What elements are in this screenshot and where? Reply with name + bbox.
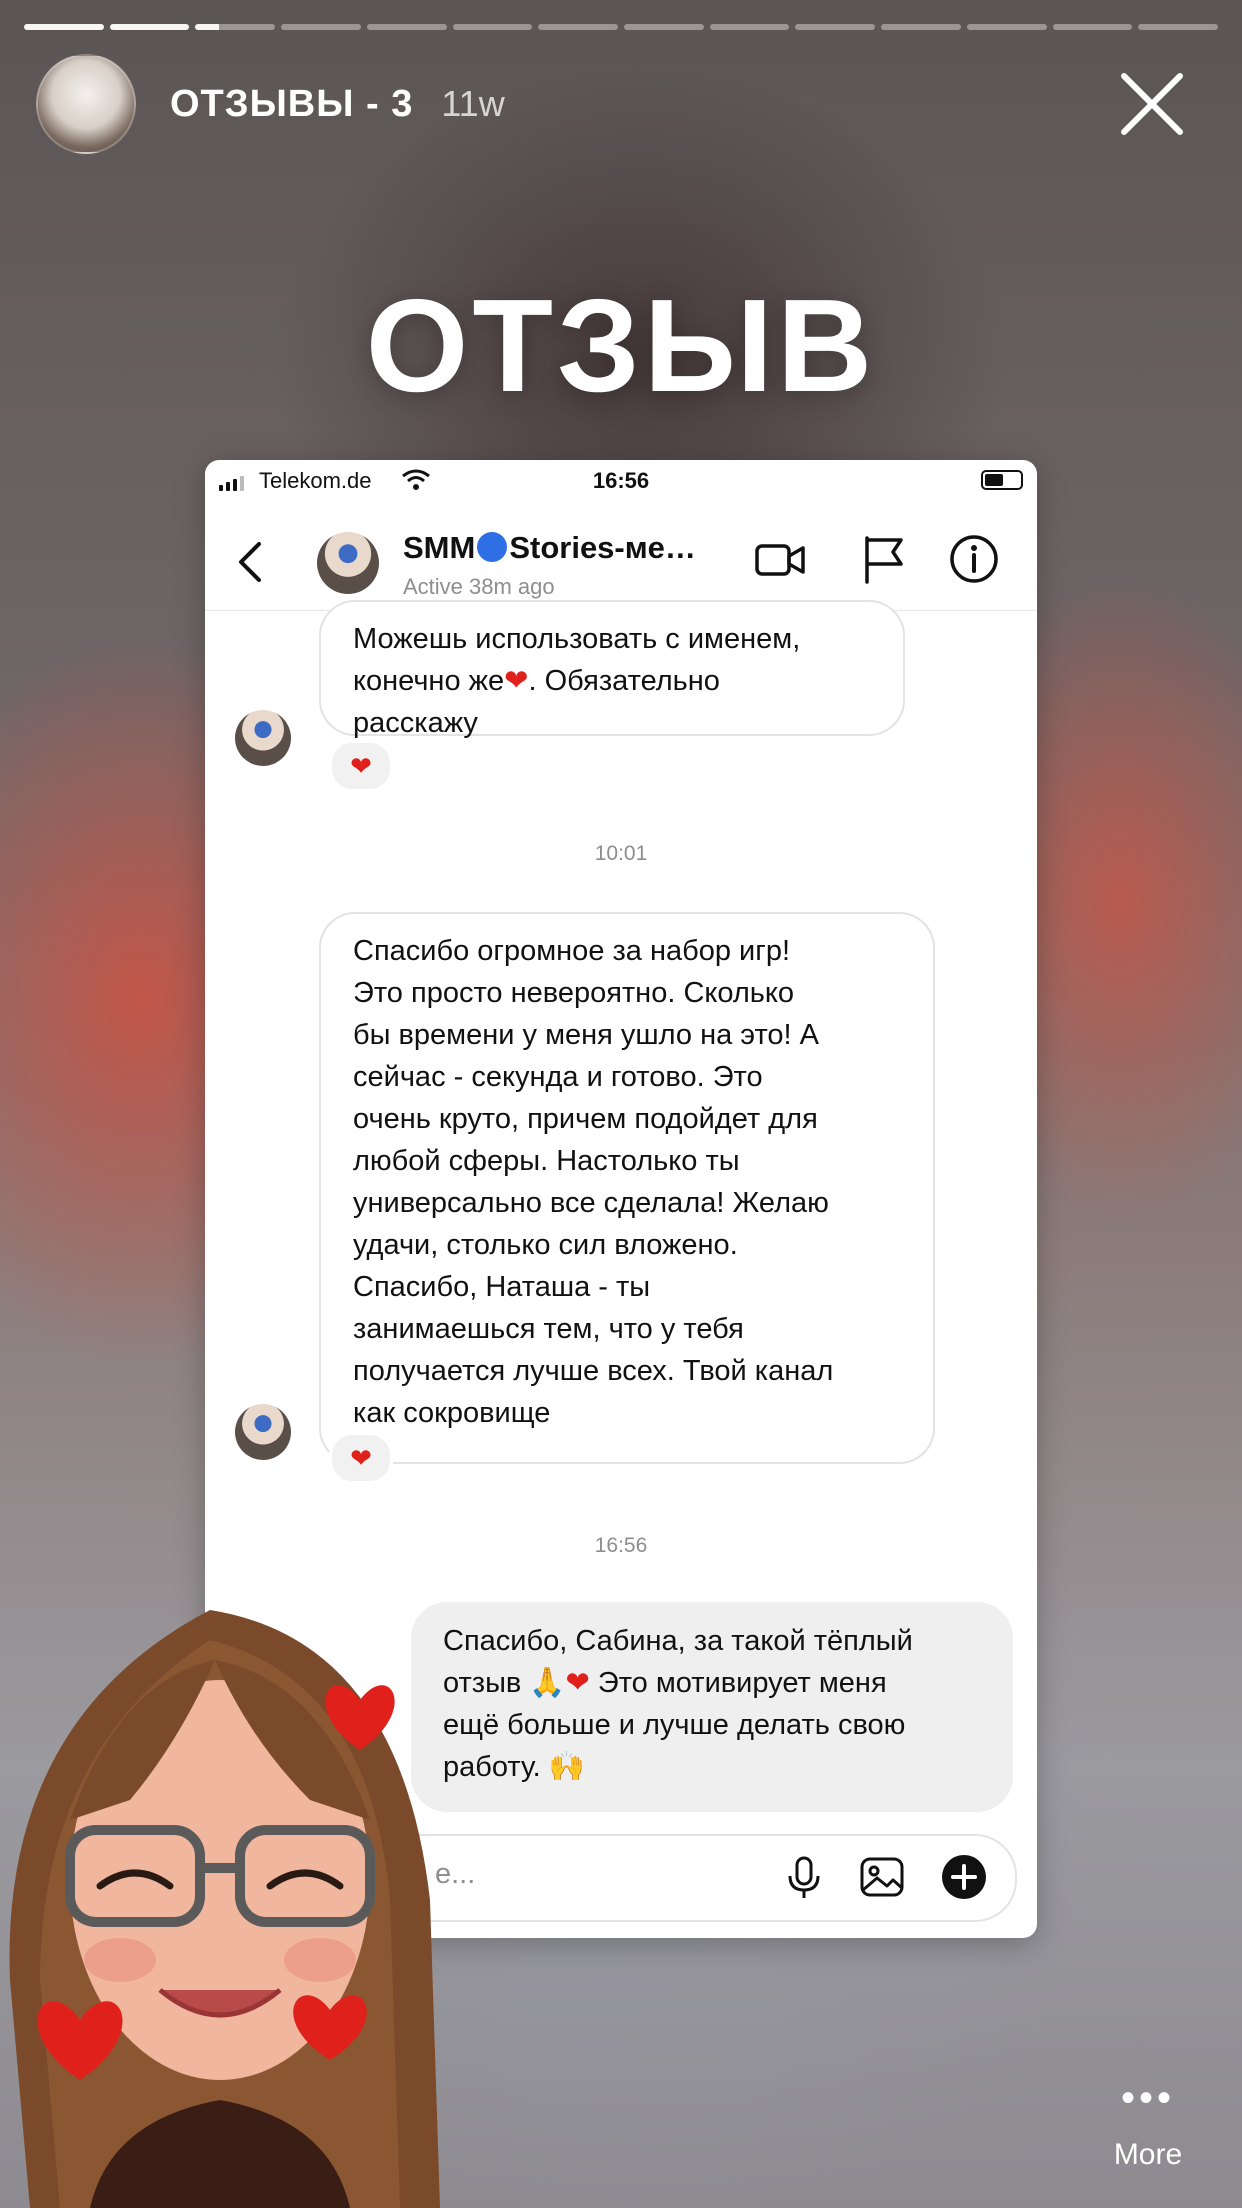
message-bubble-incoming[interactable]: Можешь использовать с именем, конечно же… (319, 600, 905, 739)
message-line: занимаешься тем, что у тебя (353, 1313, 744, 1345)
story-progress-segment (195, 24, 276, 30)
story-progress-segment (966, 24, 1047, 30)
story-avatar[interactable] (36, 54, 136, 154)
message-line: любой сферы. Настолько ты (353, 1145, 740, 1177)
message-line: Спасибо огромное за набор игр! (353, 935, 791, 967)
chat-name-prefix: SMM (403, 530, 476, 565)
close-icon[interactable] (1114, 66, 1190, 142)
story-progress-segment (624, 24, 704, 30)
message-line: бы времени у меня ушло на это! А (353, 1019, 820, 1051)
message-line: расскажу (353, 707, 478, 739)
message-line: универсально все сделала! Желаю (353, 1187, 829, 1219)
story-progress-segment (795, 24, 876, 30)
raised-hands-emoji: 🙌 (548, 1751, 585, 1783)
message-bubble-outgoing[interactable]: Спасибо, Сабина, за такой тёплый отзыв 🙏… (411, 1602, 1013, 1812)
story-progress-segment (452, 24, 533, 30)
message-line: сейчас - секунда и готово. Это (353, 1061, 763, 1093)
message-line: конечно же❤. Обязательно (353, 665, 720, 697)
message-line: Спасибо, Наташа - ты (353, 1271, 651, 1303)
chat-name[interactable]: SMM Stories-ме… (403, 530, 696, 566)
chat-active-status: Active 38m ago (403, 574, 555, 599)
message-line: Это просто невероятно. Сколько (353, 977, 795, 1009)
message-line: удачи, столько сил вложено. (353, 1229, 738, 1261)
story-progress-segment (709, 24, 790, 30)
status-time: 16:56 (592, 468, 650, 493)
info-icon[interactable] (947, 532, 1001, 586)
message-line: очень круто, причем подойдет для (353, 1103, 818, 1135)
story-viewer: ОТЗЫВЫ - 3 11w ОТЗЫВ Telekom.de 16:56 SM… (0, 0, 1242, 2208)
plus-icon[interactable] (939, 1852, 989, 1902)
heart-reaction[interactable]: ❤ (329, 1432, 393, 1484)
status-bar: Telekom.de 16:56 (205, 460, 1037, 502)
message-line: как сокровище (353, 1397, 551, 1429)
message-line: Спасибо, Сабина, за такой тёплый (443, 1625, 913, 1657)
more-label: More (1113, 2138, 1183, 2171)
more-dots-icon: ••• (1120, 2076, 1175, 2120)
chat-header: SMM Stories-ме… Active 38m ago (205, 510, 1037, 611)
heart-reaction[interactable]: ❤ (329, 740, 393, 792)
video-call-icon[interactable] (753, 532, 807, 586)
story-progress-segment (538, 24, 619, 30)
story-progress-segment (1052, 24, 1133, 30)
story-progress-segment (366, 24, 447, 30)
message-line: отзыв 🙏❤ Это мотивирует меня (443, 1667, 887, 1699)
flag-icon[interactable] (857, 532, 911, 586)
battery-icon (981, 470, 1023, 490)
composer-placeholder: е... (435, 1858, 476, 1890)
story-progress-segment (24, 24, 104, 30)
microphone-icon[interactable] (779, 1852, 829, 1902)
message-line: Можешь использовать с именем, (353, 623, 801, 655)
timestamp: 10:01 (594, 842, 648, 865)
story-progress-bar (24, 24, 1219, 30)
story-header: ОТЗЫВЫ - 3 11w (36, 54, 1218, 154)
memoji-sticker[interactable] (0, 1600, 440, 2208)
blue-circle-emoji (477, 532, 508, 562)
story-progress-segment (881, 24, 961, 30)
message-bubble-incoming[interactable]: Спасибо огромное за набор игр! Это прост… (319, 912, 935, 1464)
back-chevron-icon[interactable] (235, 540, 265, 584)
message-line: работу. 🙌 (443, 1751, 585, 1783)
more-button[interactable]: ••• More (1078, 2078, 1218, 2188)
gallery-icon[interactable] (857, 1852, 907, 1902)
story-progress-segment (1138, 24, 1219, 30)
message-line: получается лучше всех. Твой канал (353, 1355, 834, 1387)
story-title[interactable]: ОТЗЫВЫ - 3 (170, 83, 413, 126)
message-line: ещё больше и лучше делать свою (443, 1709, 906, 1741)
story-progress-segment (109, 24, 190, 30)
sender-avatar (235, 710, 291, 766)
heart-icon: ❤ (504, 665, 529, 697)
prayer-heart-emoji: 🙏❤ (529, 1667, 590, 1699)
sender-avatar (235, 1404, 291, 1460)
story-time: 11w (441, 83, 505, 124)
chat-avatar[interactable] (317, 532, 379, 594)
story-overlay-title: ОТЗЫВ (365, 272, 877, 419)
chat-name-suffix: Stories-ме… (509, 530, 696, 565)
timestamp: 16:56 (594, 1534, 648, 1557)
story-progress-segment (281, 24, 361, 30)
